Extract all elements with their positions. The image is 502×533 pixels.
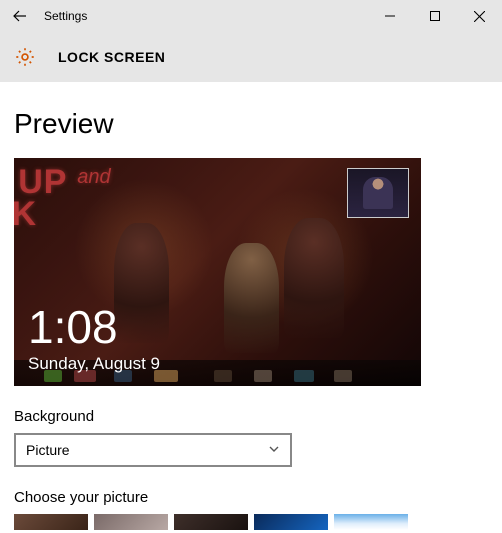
page-header: LOCK SCREEN	[0, 32, 502, 82]
back-button[interactable]	[0, 0, 40, 32]
sign-and: and	[77, 168, 110, 187]
sign-line-2: NK	[14, 195, 37, 233]
background-select[interactable]: Picture	[14, 433, 292, 467]
content-area: Preview T UP and NK 1:08 Sunday, Au	[0, 82, 502, 533]
maximize-button[interactable]	[412, 0, 457, 32]
picture-thumbnails	[14, 514, 488, 530]
chevron-down-icon	[268, 442, 280, 458]
gear-icon	[14, 46, 36, 68]
background-select-value: Picture	[26, 442, 70, 458]
preview-time: 1:08	[28, 304, 118, 350]
page-title: LOCK SCREEN	[58, 49, 165, 65]
preview-date: Sunday, August 9	[28, 354, 160, 374]
picture-option[interactable]	[254, 514, 328, 530]
user-tile	[347, 168, 409, 218]
picture-option[interactable]	[94, 514, 168, 530]
window-title: Settings	[44, 9, 87, 23]
picture-option[interactable]	[334, 514, 408, 530]
choose-picture-label: Choose your picture	[14, 489, 488, 506]
picture-option[interactable]	[14, 514, 88, 530]
close-button[interactable]	[457, 0, 502, 32]
lockscreen-preview[interactable]: T UP and NK 1:08 Sunday, August 9	[14, 158, 421, 386]
picture-option[interactable]	[174, 514, 248, 530]
title-bar: Settings	[0, 0, 502, 32]
minimize-button[interactable]	[367, 0, 412, 32]
preview-heading: Preview	[14, 108, 488, 140]
background-label: Background	[14, 408, 488, 425]
preview-sign: T UP and NK	[14, 166, 111, 231]
